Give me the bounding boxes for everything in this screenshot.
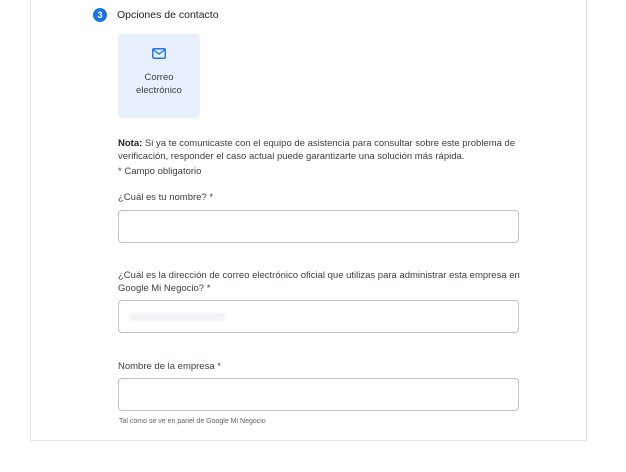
note-label: Nota: [118,138,143,149]
note-text: Nota: Si ya te comunicaste con el equipo… [118,137,528,163]
email-question-label: ¿Cuál es la dirección de correo electrón… [118,270,520,294]
mail-icon [152,48,166,59]
business-name-input[interactable] [118,378,519,411]
email-option-label: Correo electrónico [136,72,182,96]
name-input[interactable] [118,210,519,243]
step-title: Opciones de contacto [117,9,219,21]
name-question-label: ¿Cuál es tu nombre? * [118,192,214,203]
note-body: Si ya te comunicaste con el equipo de as… [118,138,516,162]
required-field-note: * Campo obligatorio [118,166,202,177]
email-contact-option[interactable]: Correo electrónico [118,34,200,118]
redacted-email-value [130,313,225,321]
step-number-badge: 3 [93,8,107,22]
business-name-helper-text: Tal como se ve en panel de Google Mi Neg… [119,418,266,425]
business-name-question-label: Nombre de la empresa * [118,361,221,372]
